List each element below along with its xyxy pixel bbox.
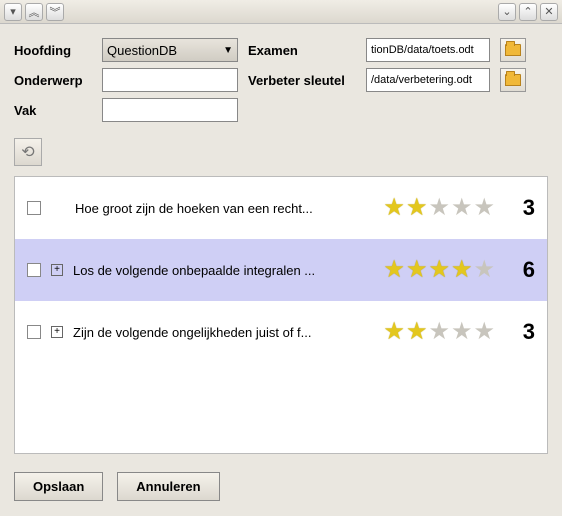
onderwerp-label: Onderwerp [14,73,92,88]
examen-input[interactable] [366,38,490,62]
star-icon: ★ [473,258,495,282]
star-icon: ★ [473,196,495,220]
save-button[interactable]: Opslaan [14,472,103,501]
roll-down-button[interactable]: ︾ [46,3,64,21]
verbeter-browse-button[interactable] [500,68,526,92]
row-checkbox[interactable] [27,325,41,339]
list-item[interactable]: + Zijn de volgende ongelijkheden juist of… [15,301,547,363]
question-text: Los de volgende onbepaalde integralen ..… [73,263,373,278]
count-value: 6 [505,257,535,283]
question-text: Hoe groot zijn de hoeken van een recht..… [75,201,373,216]
maximize-button[interactable]: ⌃ [519,3,537,21]
star-rating[interactable]: ★★★★★ [383,196,495,220]
chevron-down-icon: ▼ [223,45,233,56]
folder-icon [505,44,521,56]
app-menu-button[interactable]: ▾ [4,3,22,21]
star-icon: ★ [406,258,428,282]
expand-icon[interactable]: + [51,264,63,276]
refresh-button[interactable]: ⟲ [14,138,42,166]
examen-browse-button[interactable] [500,38,526,62]
star-icon: ★ [451,320,473,344]
question-text: Zijn de volgende ongelijkheden juist of … [73,325,373,340]
hoofding-label: Hoofding [14,43,92,58]
vak-input[interactable] [102,98,238,122]
refresh-icon: ⟲ [21,142,34,162]
star-rating[interactable]: ★★★★★ [383,258,495,282]
form-grid: Hoofding QuestionDB ▼ Examen Onderwerp V… [14,38,548,122]
list-item[interactable]: Hoe groot zijn de hoeken van een recht..… [15,177,547,239]
star-icon: ★ [383,196,405,220]
star-icon: ★ [406,320,428,344]
star-icon: ★ [383,258,405,282]
row-checkbox[interactable] [27,263,41,277]
cancel-button[interactable]: Annuleren [117,472,219,501]
star-rating[interactable]: ★★★★★ [383,320,495,344]
hoofding-select[interactable]: QuestionDB ▼ [102,38,238,62]
star-icon: ★ [451,196,473,220]
examen-label: Examen [248,43,356,58]
count-value: 3 [505,195,535,221]
verbeter-input[interactable] [366,68,490,92]
star-icon: ★ [428,196,450,220]
row-checkbox[interactable] [27,201,41,215]
count-value: 3 [505,319,535,345]
star-icon: ★ [428,258,450,282]
verbeter-label: Verbeter sleutel [248,73,356,88]
question-list: Hoe groot zijn de hoeken van een recht..… [14,176,548,454]
star-icon: ★ [473,320,495,344]
star-icon: ★ [406,196,428,220]
expand-icon[interactable]: + [51,326,63,338]
roll-up-button[interactable]: ︽ [25,3,43,21]
minimize-button[interactable]: ⌄ [498,3,516,21]
star-icon: ★ [451,258,473,282]
star-icon: ★ [428,320,450,344]
vak-label: Vak [14,103,92,118]
folder-icon [505,74,521,86]
onderwerp-input[interactable] [102,68,238,92]
titlebar: ▾ ︽ ︾ ⌄ ⌃ ✕ [0,0,562,24]
list-item[interactable]: + Los de volgende onbepaalde integralen .… [15,239,547,301]
star-icon: ★ [383,320,405,344]
close-button[interactable]: ✕ [540,3,558,21]
